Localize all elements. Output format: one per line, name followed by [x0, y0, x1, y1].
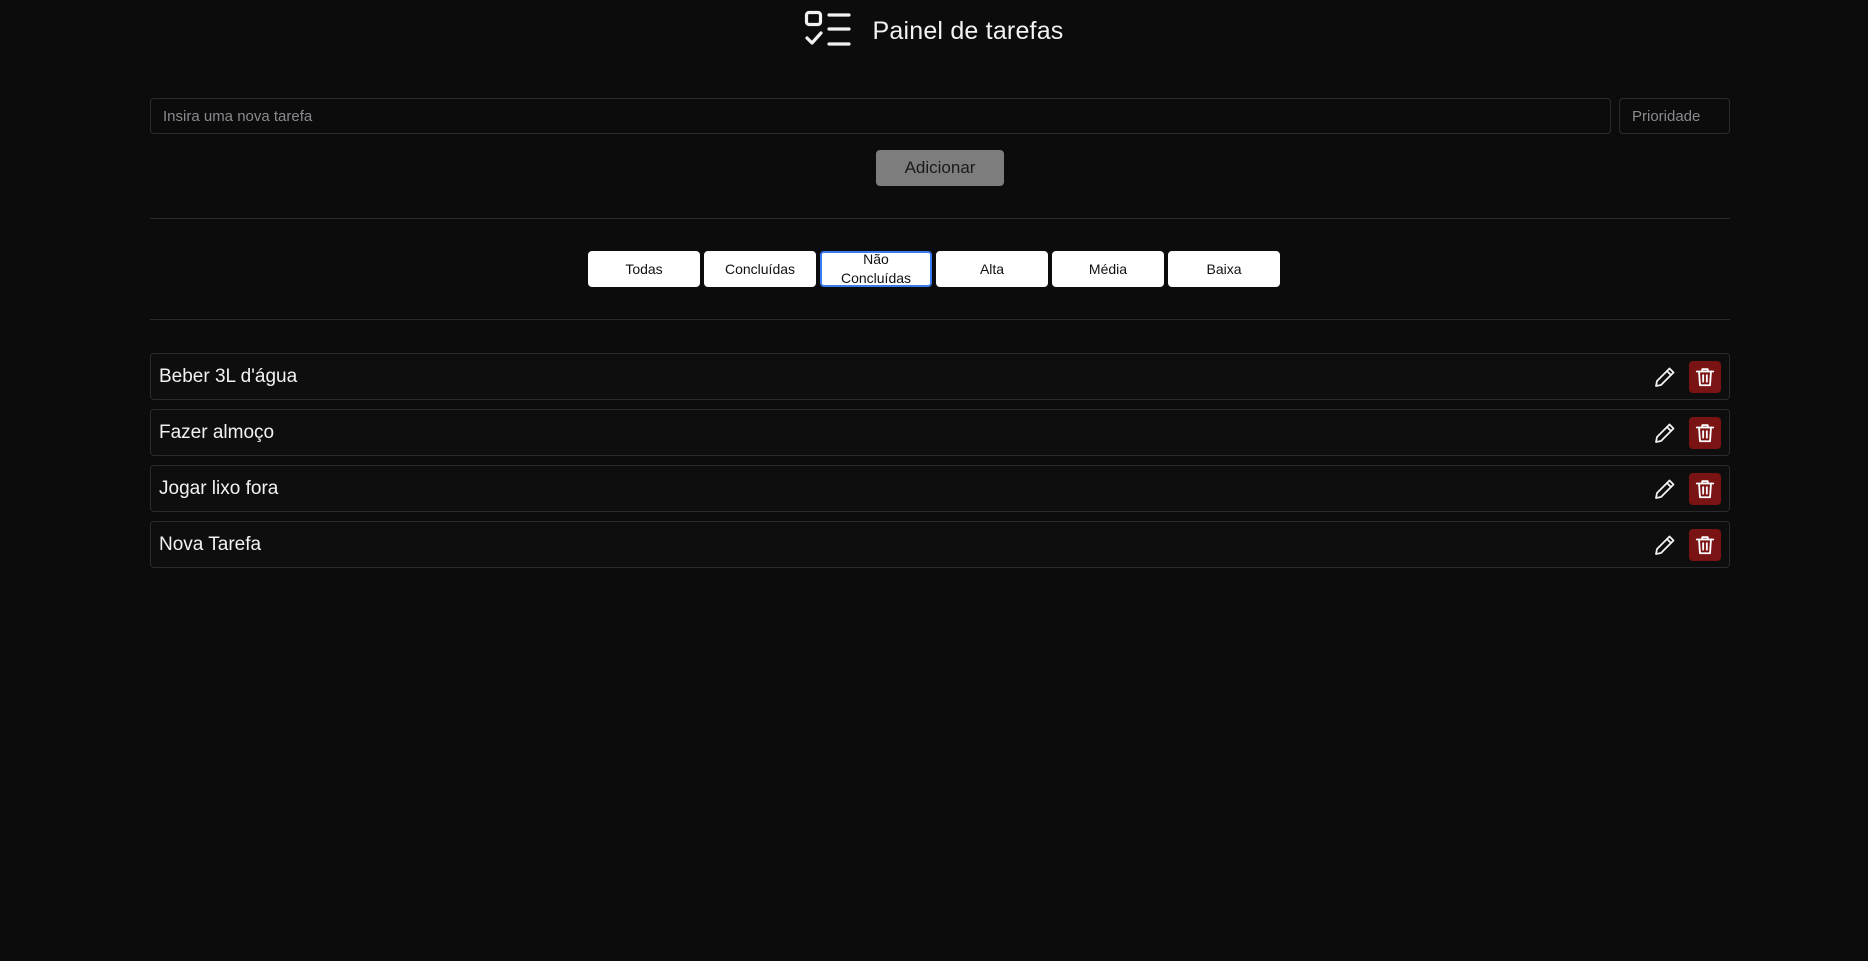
pencil-icon: [1653, 533, 1677, 557]
filter-low-button[interactable]: Baixa: [1168, 251, 1280, 287]
task-text: Beber 3L d'água: [159, 365, 298, 387]
new-task-form: [150, 98, 1730, 134]
edit-button[interactable]: [1649, 473, 1681, 505]
trash-icon: [1694, 422, 1716, 444]
edit-button[interactable]: [1649, 361, 1681, 393]
divider: [150, 218, 1730, 219]
edit-button[interactable]: [1649, 529, 1681, 561]
delete-button[interactable]: [1689, 472, 1721, 505]
task-item: Beber 3L d'água: [150, 353, 1730, 400]
task-text: Jogar lixo fora: [159, 477, 279, 499]
edit-button[interactable]: [1649, 417, 1681, 449]
page: Painel de tarefas Adicionar Todas Conclu…: [0, 0, 1868, 961]
filter-not-done-button[interactable]: Não Concluídas: [820, 251, 932, 287]
trash-icon: [1694, 534, 1716, 556]
trash-icon: [1694, 366, 1716, 388]
app-header: Painel de tarefas: [0, 10, 1868, 52]
delete-button[interactable]: [1689, 416, 1721, 449]
filter-high-button[interactable]: Alta: [936, 251, 1048, 287]
add-button[interactable]: Adicionar: [876, 150, 1004, 186]
pencil-icon: [1653, 365, 1677, 389]
pencil-icon: [1653, 421, 1677, 445]
filter-done-button[interactable]: Concluídas: [704, 251, 816, 287]
filter-all-button[interactable]: Todas: [588, 251, 700, 287]
checklist-icon: [804, 10, 852, 52]
task-text: Fazer almoço: [159, 421, 275, 443]
filter-medium-button[interactable]: Média: [1052, 251, 1164, 287]
trash-icon: [1694, 478, 1716, 500]
task-list: Beber 3L d'água Fazer almoço Jogar lixo …: [150, 353, 1730, 577]
pencil-icon: [1653, 477, 1677, 501]
delete-button[interactable]: [1689, 360, 1721, 393]
task-item: Jogar lixo fora: [150, 465, 1730, 512]
delete-button[interactable]: [1689, 528, 1721, 561]
priority-input[interactable]: [1619, 98, 1730, 134]
task-text: Nova Tarefa: [159, 533, 262, 555]
task-item: Nova Tarefa: [150, 521, 1730, 568]
task-input[interactable]: [150, 98, 1611, 134]
page-title: Painel de tarefas: [872, 16, 1064, 45]
filter-bar: Todas Concluídas Não Concluídas Alta Méd…: [0, 251, 1868, 287]
task-item: Fazer almoço: [150, 409, 1730, 456]
divider: [150, 319, 1730, 320]
